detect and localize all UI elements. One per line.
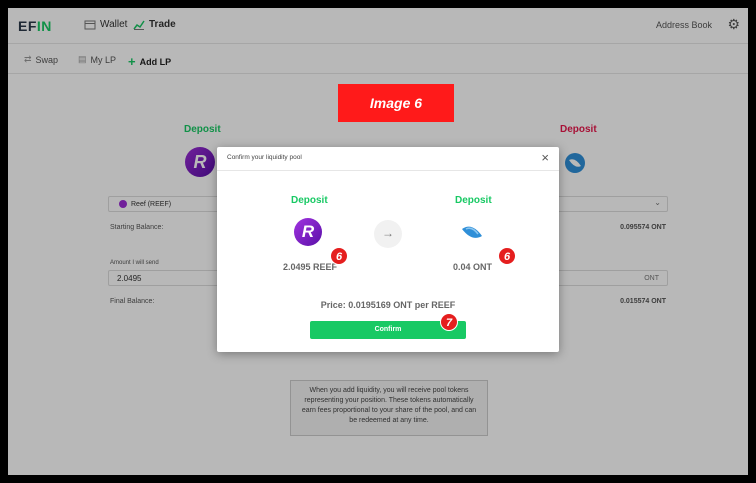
- step-marker: 6: [498, 247, 516, 265]
- ont-icon: [462, 226, 482, 238]
- modal-left-amount: 2.0495 REEF: [283, 262, 338, 272]
- modal-right-amount: 0.04 ONT: [453, 262, 493, 272]
- arrow-right-icon: →: [374, 220, 402, 248]
- step-marker: 6: [330, 247, 348, 265]
- close-icon[interactable]: ×: [541, 150, 549, 165]
- reef-icon: R: [294, 218, 322, 246]
- modal-right-deposit: Deposit: [455, 195, 492, 206]
- modal-price: Price: 0.0195169 ONT per REEF: [320, 300, 456, 310]
- modal-title: Confirm your liquidity pool: [227, 154, 302, 161]
- step-marker: 7: [440, 313, 458, 331]
- modal-header: Confirm your liquidity pool ×: [217, 147, 559, 171]
- image-label-banner: Image 6: [338, 84, 454, 122]
- modal-left-deposit: Deposit: [291, 195, 328, 206]
- app-window: EFIN Wallet Trade Address Book ⚙ ⇄ Swap …: [8, 8, 748, 475]
